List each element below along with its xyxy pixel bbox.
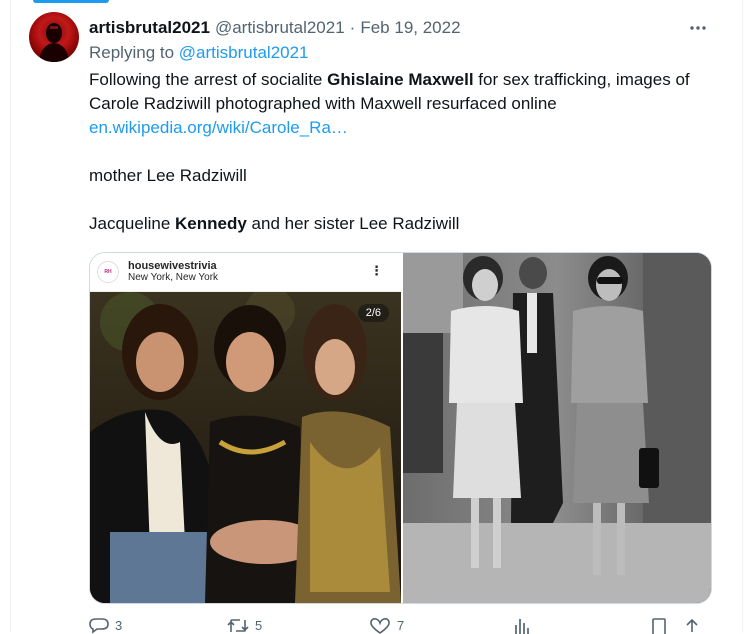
- like-icon: [369, 618, 391, 634]
- tweet-paragraph-1: Following the arrest of socialite Ghisla…: [89, 70, 690, 113]
- tweet-text: Following the arrest of socialite Ghisla…: [89, 68, 719, 236]
- bookmark-icon: [651, 618, 667, 634]
- media-image-right[interactable]: [403, 253, 711, 603]
- more-horizontal-icon[interactable]: [687, 17, 709, 39]
- share-icon: [683, 618, 701, 634]
- retweet-icon: [227, 618, 249, 634]
- share-button[interactable]: [683, 618, 701, 634]
- retweet-count: 5: [255, 618, 263, 633]
- ig-more-icon: ⋮: [370, 263, 383, 278]
- views-icon: [513, 618, 531, 634]
- ig-location: New York, New York: [128, 272, 219, 283]
- author-handle[interactable]: @artisbrutal2021: [215, 18, 345, 38]
- tweet-header: artisbrutal2021 @artisbrutal2021 · Feb 1…: [89, 17, 713, 39]
- retweet-button[interactable]: 5: [227, 618, 262, 634]
- bold-name-maxwell: Ghislaine Maxwell: [327, 70, 474, 89]
- bold-name-kennedy: Kennedy: [175, 214, 247, 233]
- views-button[interactable]: [513, 618, 531, 634]
- ig-account-name: housewivestrivia: [128, 260, 217, 272]
- separator-dot: ·: [349, 18, 356, 37]
- media-grid: RH housewivestrivia New York, New York ⋮: [89, 252, 712, 604]
- carousel-counter: 2/6: [357, 304, 389, 322]
- tweet-paragraph-3: Jacqueline Kennedy and her sister Lee Ra…: [89, 214, 460, 233]
- replying-prefix: Replying to: [89, 43, 175, 62]
- reply-button[interactable]: 3: [89, 618, 122, 634]
- author-name[interactable]: artisbrutal2021: [89, 18, 210, 38]
- right-divider: [742, 0, 743, 633]
- tweet-date[interactable]: Feb 19, 2022: [360, 18, 460, 38]
- bookmark-button[interactable]: [651, 618, 667, 634]
- avatar[interactable]: [29, 12, 79, 62]
- media-image-left[interactable]: RH housewivestrivia New York, New York ⋮: [90, 253, 403, 603]
- like-count: 7: [397, 618, 405, 633]
- like-button[interactable]: 7: [369, 618, 404, 634]
- photo-three-women: 2/6: [90, 292, 401, 603]
- left-divider: [10, 0, 11, 633]
- replying-mention[interactable]: @artisbrutal2021: [179, 43, 309, 62]
- reply-icon: [89, 618, 109, 634]
- instagram-post-header: RH housewivestrivia New York, New York ⋮: [90, 253, 401, 292]
- wikipedia-link[interactable]: en.wikipedia.org/wiki/Carole_Ra…: [89, 118, 348, 137]
- top-accent-bar: [33, 0, 109, 3]
- account-logo: RH: [97, 261, 119, 283]
- reply-count: 3: [115, 618, 123, 633]
- replying-to-line: Replying to @artisbrutal2021: [89, 43, 309, 63]
- tweet-actions: 3 5 7: [89, 612, 719, 634]
- tweet-paragraph-2: mother Lee Radziwill: [89, 166, 247, 185]
